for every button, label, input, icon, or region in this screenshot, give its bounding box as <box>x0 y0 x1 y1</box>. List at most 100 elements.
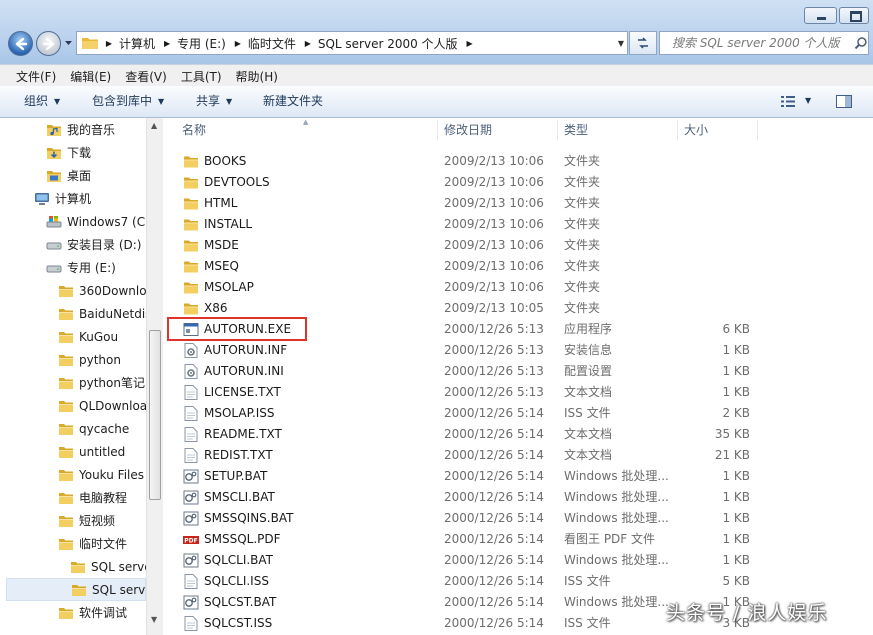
nav-item[interactable]: 短视频 <box>0 509 146 532</box>
file-row[interactable]: MSOLAP 2009/2/13 10:06 文件夹 <box>164 277 873 298</box>
nav-item[interactable]: 临时文件 <box>0 532 146 555</box>
folder-icon <box>58 445 74 459</box>
file-size <box>680 193 750 214</box>
file-type: 文件夹 <box>564 196 601 210</box>
file-row[interactable]: SQLCLI.ISS 2000/12/26 5:14 ISS 文件 5 KB <box>164 571 873 592</box>
nav-item[interactable]: 专用 (E:) <box>0 256 146 279</box>
nav-item[interactable]: 电脑教程 <box>0 486 146 509</box>
chevron-right-icon[interactable]: ▶ <box>161 39 173 48</box>
column-header-row: ▲ 名称 修改日期 类型 大小 <box>164 118 873 143</box>
file-row[interactable]: MSEQ 2009/2/13 10:06 文件夹 <box>164 256 873 277</box>
nav-item[interactable]: 安装目录 (D:) <box>0 233 146 256</box>
search-box[interactable] <box>659 31 869 55</box>
column-header-name[interactable]: 名称 <box>182 118 206 143</box>
include-in-library-button[interactable]: 包含到库中 ▼ <box>92 86 164 117</box>
nav-item[interactable]: python <box>0 348 146 371</box>
nav-item[interactable]: KuGou <box>0 325 146 348</box>
maximize-button[interactable] <box>839 7 869 24</box>
recent-pages-dropdown-icon[interactable] <box>64 38 73 47</box>
nav-item[interactable]: 计算机 <box>0 187 146 210</box>
folder-icon <box>58 353 74 367</box>
file-row[interactable]: INSTALL 2009/2/13 10:06 文件夹 <box>164 214 873 235</box>
file-type: 文件夹 <box>564 154 601 168</box>
menu-view[interactable]: 查看(V) <box>118 68 174 85</box>
minimize-button[interactable] <box>804 7 837 24</box>
column-header-date[interactable]: 修改日期 <box>444 118 492 143</box>
nav-item[interactable]: SQL serve <box>0 555 146 578</box>
nav-item[interactable]: 我的音乐 <box>0 118 146 141</box>
view-options-caret-icon[interactable]: ▼ <box>805 96 811 105</box>
file-name: SMSSQL.PDF <box>204 532 281 546</box>
file-row[interactable]: BOOKS 2009/2/13 10:06 文件夹 <box>164 151 873 172</box>
breadcrumb-temp-files[interactable]: ▶ 临时文件 <box>232 32 302 54</box>
column-header-size[interactable]: 大小 <box>684 118 708 143</box>
file-row[interactable]: README.TXT 2000/12/26 5:14 文本文档 35 KB <box>164 424 873 445</box>
nav-item-label: 临时文件 <box>79 537 128 551</box>
nav-item[interactable]: Windows7 (C: <box>0 210 146 233</box>
column-divider[interactable] <box>557 120 558 140</box>
chevron-right-icon[interactable]: ▶ <box>464 39 476 48</box>
breadcrumb-drive-e[interactable]: ▶ 专用 (E:) <box>161 32 232 54</box>
address-history-dropdown-icon[interactable]: ▼ <box>618 39 624 48</box>
file-row[interactable]: SETUP.BAT 2000/12/26 5:14 Windows 批处理... 1 … <box>164 466 873 487</box>
menu-file[interactable]: 文件(F) <box>0 68 63 85</box>
chevron-right-icon[interactable]: ▶ <box>302 39 314 48</box>
scrollbar-thumb[interactable] <box>149 330 161 500</box>
nav-item[interactable]: Youku Files <box>0 463 146 486</box>
file-modified-date: 2009/2/13 10:06 <box>444 154 544 168</box>
nav-item[interactable]: qycache <box>0 417 146 440</box>
refresh-button[interactable] <box>629 31 657 55</box>
file-row[interactable]: MSDE 2009/2/13 10:06 文件夹 <box>164 235 873 256</box>
nav-item[interactable]: BaiduNetdis <box>0 302 146 325</box>
scroll-up-arrow-icon[interactable]: ▲ <box>151 121 157 130</box>
share-button[interactable]: 共享 ▼ <box>196 86 232 117</box>
file-row[interactable]: AUTORUN.INI 2000/12/26 5:13 配置设置 1 KB <box>164 361 873 382</box>
file-row[interactable]: X86 2009/2/13 10:05 文件夹 <box>164 298 873 319</box>
file-modified-date: 2000/12/26 5:14 <box>444 511 544 525</box>
file-row[interactable]: MSOLAP.ISS 2000/12/26 5:14 ISS 文件 2 KB <box>164 403 873 424</box>
file-row[interactable]: HTML 2009/2/13 10:06 文件夹 <box>164 193 873 214</box>
search-input[interactable] <box>670 35 853 51</box>
navigation-scrollbar[interactable]: ▲ ▼ <box>146 118 163 635</box>
column-header-type[interactable]: 类型 <box>564 118 588 143</box>
nav-item[interactable]: 下载 <box>0 141 146 164</box>
chevron-right-icon[interactable]: ▶ <box>232 39 244 48</box>
column-divider[interactable] <box>677 120 678 140</box>
scroll-down-arrow-icon[interactable]: ▼ <box>151 615 157 624</box>
file-row[interactable]: SMSCLI.BAT 2000/12/26 5:14 Windows 批处理... 1… <box>164 487 873 508</box>
file-row[interactable]: REDIST.TXT 2000/12/26 5:14 文本文档 21 KB <box>164 445 873 466</box>
nav-item[interactable]: untitled <box>0 440 146 463</box>
file-row[interactable]: AUTORUN.INF 2000/12/26 5:13 安装信息 1 KB <box>164 340 873 361</box>
downloads-folder-icon <box>46 146 62 160</box>
view-options-icon[interactable] <box>781 95 797 108</box>
back-button[interactable] <box>8 31 33 56</box>
nav-item[interactable]: python笔记 <box>0 371 146 394</box>
file-row[interactable]: SQLCLI.BAT 2000/12/26 5:14 Windows 批处理... 1… <box>164 550 873 571</box>
column-divider[interactable] <box>757 120 758 140</box>
file-row[interactable]: PDF SMSSQL.PDF 2000/12/26 5:14 看图王 PDF 文件 1 … <box>164 529 873 550</box>
file-row[interactable]: SMSSQINS.BAT 2000/12/26 5:14 Windows 批处理..… <box>164 508 873 529</box>
file-row[interactable]: DEVTOOLS 2009/2/13 10:06 文件夹 <box>164 172 873 193</box>
nav-item[interactable]: QLDownloa <box>0 394 146 417</box>
forward-button[interactable] <box>36 31 61 56</box>
new-folder-button[interactable]: 新建文件夹 <box>263 86 323 117</box>
address-bar[interactable]: ▶ 计算机 ▶ 专用 (E:) ▶ 临时文件 ▶ SQL server 2000 个人版… <box>76 31 628 55</box>
nav-item[interactable]: SQL serve <box>6 578 146 601</box>
nav-item[interactable]: 360Downloa <box>0 279 146 302</box>
file-row[interactable]: LICENSE.TXT 2000/12/26 5:13 文本文档 1 KB <box>164 382 873 403</box>
svg-text:PDF: PDF <box>184 538 197 545</box>
menu-help[interactable]: 帮助(H) <box>229 68 285 85</box>
nav-item[interactable]: 桌面 <box>0 164 146 187</box>
breadcrumb-computer[interactable]: ▶ 计算机 <box>103 32 161 54</box>
refresh-icon <box>638 37 648 49</box>
file-modified-date: 2009/2/13 10:06 <box>444 175 544 189</box>
menu-tools[interactable]: 工具(T) <box>174 68 229 85</box>
organize-button[interactable]: 组织 ▼ <box>24 86 60 117</box>
search-icon[interactable] <box>854 36 868 50</box>
column-divider[interactable] <box>437 120 438 140</box>
chevron-right-icon[interactable]: ▶ <box>103 39 115 48</box>
menu-edit[interactable]: 编辑(E) <box>63 68 118 85</box>
breadcrumb-sql-server[interactable]: ▶ SQL server 2000 个人版 ▶ <box>302 32 476 54</box>
preview-pane-icon[interactable] <box>836 95 852 108</box>
nav-item[interactable]: 软件调试 <box>0 601 146 624</box>
